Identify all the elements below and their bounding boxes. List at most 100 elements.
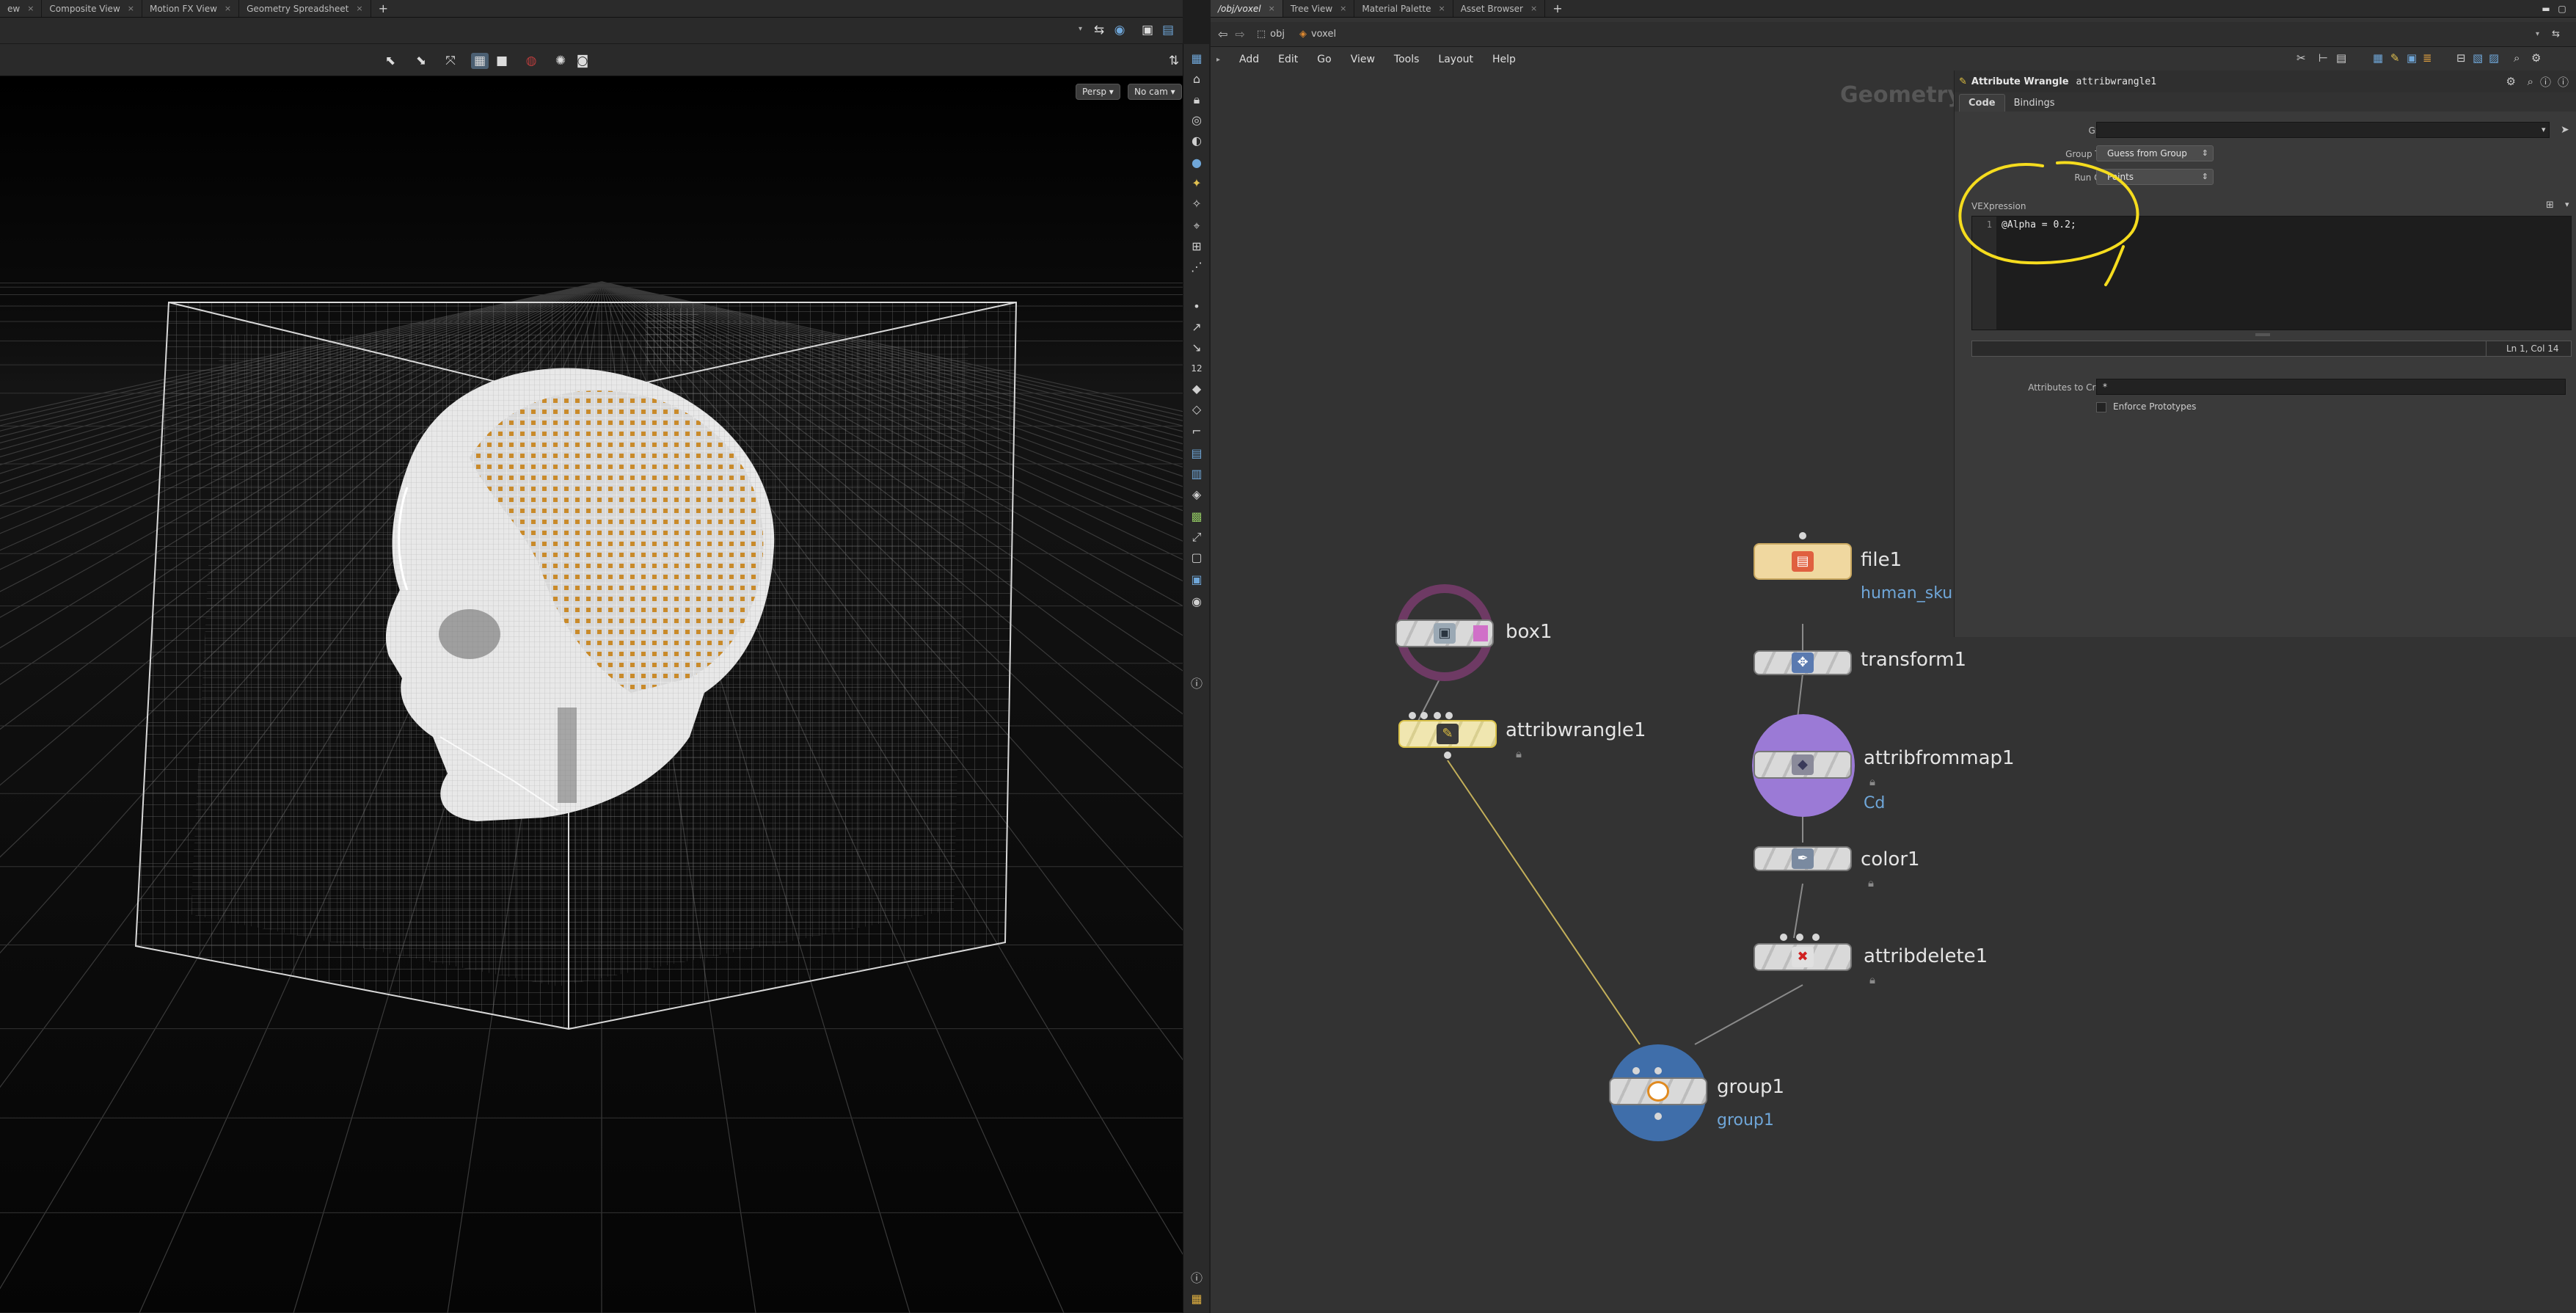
pin-icon[interactable]: ⇆ xyxy=(1090,22,1108,38)
lock-icon[interactable]: 🔒︎ xyxy=(1188,91,1205,109)
menu-tools[interactable]: Tools xyxy=(1394,54,1420,65)
node-file1[interactable]: ▤ xyxy=(1754,543,1852,580)
tree-icon[interactable]: ⊢ xyxy=(2318,51,2328,65)
background-icon[interactable]: ◉ xyxy=(1188,593,1205,611)
tab-obj-voxel[interactable]: /obj/voxel × xyxy=(1211,0,1283,17)
menu-add[interactable]: Add xyxy=(1239,54,1259,65)
home-icon[interactable]: ⌂ xyxy=(1188,70,1205,88)
grid-view-icon[interactable]: ▦ xyxy=(2373,51,2383,65)
close-icon[interactable]: × xyxy=(1269,4,1275,13)
node-name-field[interactable]: attribwrangle1 xyxy=(2076,76,2157,87)
info-icon[interactable]: ⓘ xyxy=(2558,74,2569,90)
node-box1[interactable]: ▣ xyxy=(1395,619,1494,647)
zoom-icon[interactable]: ⌕ xyxy=(2514,51,2520,65)
close-icon[interactable]: × xyxy=(27,4,34,13)
path-current[interactable]: voxel xyxy=(1311,29,1336,40)
close-icon[interactable]: × xyxy=(225,4,231,13)
group-input[interactable] xyxy=(2096,122,2550,138)
close-icon[interactable]: × xyxy=(1439,4,1445,13)
primitive-display-icon[interactable]: ◆ xyxy=(1188,380,1205,398)
node-sublabel[interactable]: human_sku xyxy=(1861,584,1952,603)
input-port[interactable] xyxy=(1780,934,1787,941)
add-tab-icon[interactable]: + xyxy=(371,0,395,17)
tab-geometry-spreadsheet[interactable]: Geometry Spreadsheet × xyxy=(239,0,371,17)
vertex-display-icon[interactable]: ⇅ xyxy=(1165,53,1183,69)
menu-edit[interactable]: Edit xyxy=(1278,54,1298,65)
input-port[interactable] xyxy=(1409,712,1416,719)
node-attribfrommap1[interactable]: ◆ xyxy=(1754,751,1852,779)
chevron-down-icon[interactable]: ▾ xyxy=(2536,30,2539,38)
point-numbers-icon[interactable]: 12 xyxy=(1188,360,1205,377)
forward-arrow-icon[interactable]: ⇨ xyxy=(1235,27,1244,41)
safe-area-icon[interactable]: ▣ xyxy=(1188,571,1205,589)
camera-mode-menu[interactable]: Persp ▾ xyxy=(1076,84,1120,100)
maximize-icon[interactable]: ▢ xyxy=(2556,4,2568,14)
display-toggle-icon[interactable]: ■ xyxy=(493,53,511,69)
close-icon[interactable]: × xyxy=(356,4,362,13)
snap-grid-icon[interactable]: ⊞ xyxy=(1188,238,1205,255)
tab-asset-browser[interactable]: Asset Browser × xyxy=(1453,0,1546,17)
node-sublabel[interactable]: group1 xyxy=(1717,1111,1774,1130)
display-mode-icon[interactable]: ▦ xyxy=(471,53,489,69)
camera-icon[interactable]: ◙ xyxy=(574,53,591,69)
input-port[interactable] xyxy=(1445,712,1453,719)
quick-mark-icon[interactable]: ⊟ xyxy=(2456,51,2466,65)
expand-icon[interactable]: ▸ xyxy=(1216,56,1220,64)
shading-icon[interactable]: ● xyxy=(1188,154,1205,172)
link-icon[interactable]: ◉ xyxy=(1111,22,1128,38)
uv-display-icon[interactable]: ⌐ xyxy=(1188,423,1205,440)
normal-display-icon[interactable]: ↗ xyxy=(1188,319,1205,336)
input-port[interactable] xyxy=(1796,934,1803,941)
input-port[interactable] xyxy=(1812,934,1820,941)
input-port[interactable] xyxy=(1420,712,1428,719)
wrench-icon[interactable]: ✂ xyxy=(2296,51,2306,65)
record-icon[interactable]: ◍ xyxy=(522,53,540,69)
input-port[interactable] xyxy=(1632,1067,1640,1074)
tab-motion-fx-view[interactable]: Motion FX View × xyxy=(142,0,240,17)
template-icon[interactable]: ▥ xyxy=(1188,465,1205,483)
display-options-icon[interactable]: ▤ xyxy=(1159,22,1177,38)
search-icon[interactable]: ⌕ xyxy=(2528,75,2533,88)
back-arrow-icon[interactable]: ⇦ xyxy=(1218,27,1227,41)
select-mode-icon[interactable]: ⬊ xyxy=(412,53,430,69)
note-icon[interactable]: ✎ xyxy=(2390,51,2400,65)
pin-icon[interactable]: ⇆ xyxy=(2552,29,2560,40)
tab-scene-view[interactable]: ew × xyxy=(0,0,43,17)
wireframe-icon[interactable]: ▤ xyxy=(1188,445,1205,462)
node-sublabel[interactable]: Cd xyxy=(1864,794,1885,812)
vector-display-icon[interactable]: ↘ xyxy=(1188,339,1205,357)
info-icon[interactable]: ⓘ xyxy=(1188,675,1205,693)
stack-icon[interactable]: ≣ xyxy=(2423,51,2432,65)
close-icon[interactable]: × xyxy=(128,4,134,13)
output-port[interactable] xyxy=(1654,1113,1662,1120)
gear-icon[interactable]: ⚙ xyxy=(2506,75,2516,88)
select-arrow-icon[interactable]: ➤ xyxy=(2561,124,2569,136)
add-tab-icon[interactable]: + xyxy=(1545,0,1569,17)
node-color1[interactable]: ✒ xyxy=(1754,846,1852,871)
render-region-icon[interactable]: ▢ xyxy=(1188,549,1205,567)
node-transform1[interactable]: ✥ xyxy=(1754,650,1852,675)
3d-viewport[interactable]: Persp ▾ No cam ▾ xyxy=(0,76,1183,1313)
menu-layout[interactable]: Layout xyxy=(1438,54,1473,65)
path-root[interactable]: obj xyxy=(1270,29,1285,40)
texture-icon[interactable]: ▩ xyxy=(1188,508,1205,525)
display-flag[interactable] xyxy=(1473,625,1488,641)
frame-icon[interactable]: ◎ xyxy=(1188,112,1205,129)
image-icon[interactable]: ▣ xyxy=(2407,51,2417,65)
input-port[interactable] xyxy=(1654,1067,1662,1074)
tab-code[interactable]: Code xyxy=(1959,94,2005,112)
settings-icon[interactable]: ⚙ xyxy=(2531,51,2541,65)
help-icon[interactable]: ⓘ xyxy=(2540,74,2551,90)
output-port[interactable] xyxy=(1444,752,1451,759)
node-group1[interactable] xyxy=(1609,1077,1707,1105)
guide-icon[interactable]: ◈ xyxy=(1188,486,1205,503)
transform-tool-icon[interactable]: ⤧ xyxy=(442,53,459,69)
node-attribdelete1[interactable]: ✖ xyxy=(1754,943,1852,971)
menu-icon[interactable]: ▬ xyxy=(2540,4,2552,14)
close-icon[interactable]: × xyxy=(1340,4,1346,13)
snapshot-icon[interactable]: ▣ xyxy=(1139,22,1156,38)
resize-handle[interactable] xyxy=(2255,333,2270,336)
chevron-down-icon[interactable]: ▾ xyxy=(2542,125,2546,134)
snap-icon[interactable]: ⌖ xyxy=(1188,217,1205,235)
tab-bindings[interactable]: Bindings xyxy=(2005,95,2064,112)
